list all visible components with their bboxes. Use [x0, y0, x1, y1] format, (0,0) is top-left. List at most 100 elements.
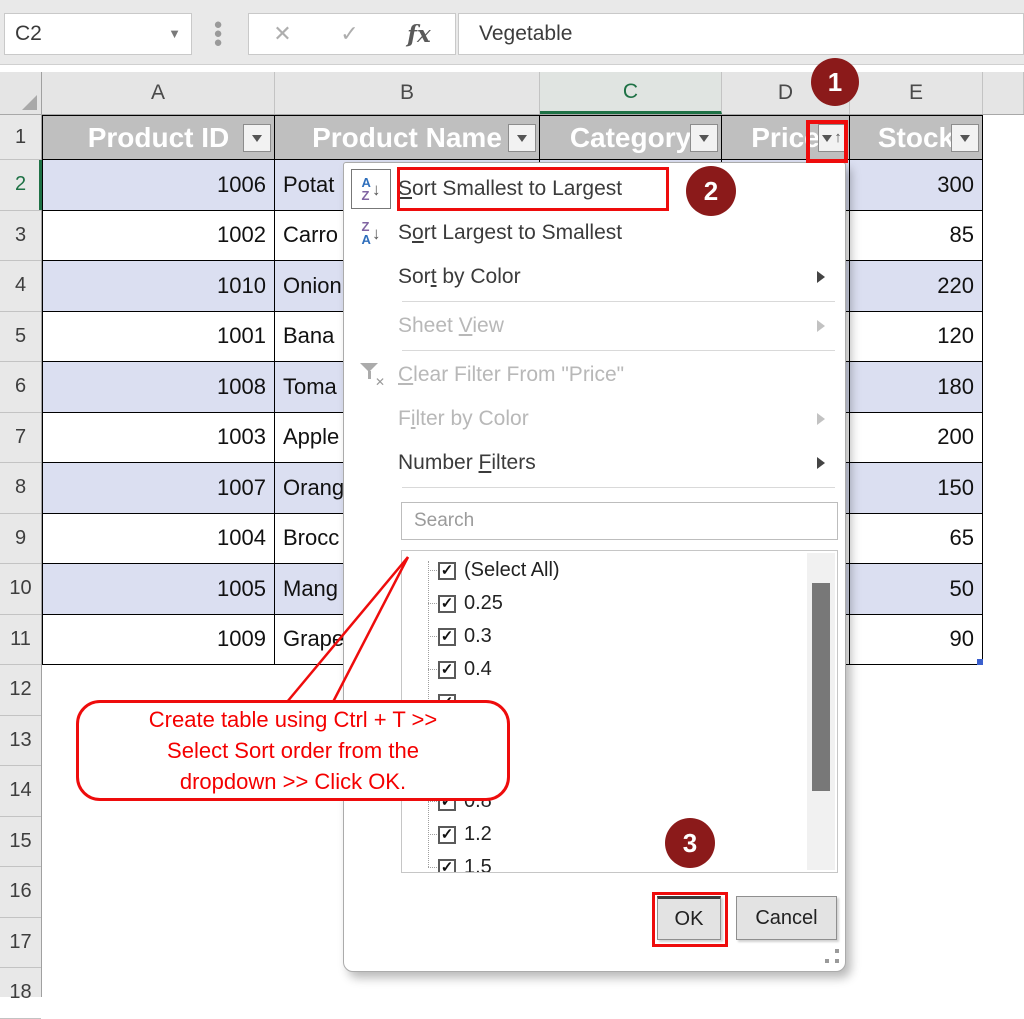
checkbox-icon[interactable]: ✓: [438, 660, 456, 679]
filter-value-item-selectall[interactable]: ✓ (Select All): [402, 554, 837, 587]
row-header-9[interactable]: 9: [0, 514, 41, 564]
formula-cancel-button[interactable]: ✕: [263, 21, 301, 47]
cell-E10[interactable]: 50: [850, 564, 983, 615]
checkbox-icon[interactable]: ✓: [438, 594, 456, 613]
cell-A2[interactable]: 1006: [42, 160, 275, 211]
filter-value-item-1.5[interactable]: ✓ 1.5: [402, 851, 837, 873]
checkbox-icon[interactable]: ✓: [438, 627, 456, 646]
filter-value-item-0.3[interactable]: ✓ 0.3: [402, 620, 837, 653]
step-badge-2: 2: [686, 166, 736, 216]
row-header-12[interactable]: 12: [0, 665, 41, 716]
cell-E3[interactable]: 85: [850, 210, 983, 261]
cell-A10[interactable]: 1005: [42, 564, 275, 615]
menu-item-icon-slot: Z A ↓: [344, 220, 398, 246]
filter-value-label: 0.3: [464, 625, 492, 647]
table-header-price[interactable]: Price ↑: [722, 115, 850, 160]
column-header-A[interactable]: A: [42, 72, 275, 114]
cell-E6[interactable]: 180: [850, 362, 983, 413]
insert-function-icon[interactable]: fx: [397, 21, 441, 48]
table-header-product-id[interactable]: Product ID: [42, 115, 275, 160]
row-header-6[interactable]: 6: [0, 362, 41, 413]
row-header-4[interactable]: 4: [0, 261, 41, 312]
row-header-7[interactable]: 7: [0, 413, 41, 463]
cell-E8[interactable]: 150: [850, 463, 983, 514]
step-badge-3: 3: [665, 818, 715, 868]
row-header-15[interactable]: 15: [0, 817, 41, 867]
menu-item-sort-by-color[interactable]: Sort by Color: [344, 255, 845, 299]
filter-value-label: (Select All): [464, 559, 560, 581]
cell-E7[interactable]: 200: [850, 412, 983, 463]
row-header-2[interactable]: 2: [0, 160, 42, 211]
menu-item-icon-slot: ✕: [344, 363, 398, 389]
ok-button[interactable]: OK: [657, 896, 721, 940]
filter-value-label: 1.5: [464, 856, 492, 873]
cell-A3[interactable]: 1002: [42, 210, 275, 261]
checkbox-icon[interactable]: ✓: [438, 561, 456, 580]
clear-filter-icon: ✕: [360, 363, 385, 389]
cell-A6[interactable]: 1008: [42, 362, 275, 413]
column-header-E[interactable]: E: [850, 72, 983, 114]
formula-value: Vegetable: [479, 22, 573, 45]
table-resize-handle[interactable]: [977, 659, 983, 665]
row-header-18[interactable]: 18: [0, 968, 41, 1019]
filter-button-product-name[interactable]: [508, 124, 536, 152]
scrollbar-thumb[interactable]: [812, 583, 830, 791]
column-header-B[interactable]: B: [275, 72, 540, 114]
filter-value-item-0.4[interactable]: ✓ 0.4: [402, 653, 837, 686]
corner-triangle-icon: [22, 95, 37, 110]
row-header-14[interactable]: 14: [0, 766, 41, 817]
cell-A8[interactable]: 1007: [42, 463, 275, 514]
cell-E4[interactable]: 220: [850, 261, 983, 312]
callout-line: Select Sort order from the: [167, 738, 419, 763]
cell-A11[interactable]: 1009: [42, 614, 275, 665]
filter-button-category[interactable]: [690, 124, 718, 152]
row-header-11[interactable]: 11: [0, 615, 41, 665]
cell-A5[interactable]: 1001: [42, 311, 275, 362]
filter-arrow-icon: [699, 135, 709, 147]
row-header-10[interactable]: 10: [0, 564, 41, 615]
row-header-16[interactable]: 16: [0, 867, 41, 918]
chevron-down-icon[interactable]: ▼: [168, 14, 181, 54]
cell-A9[interactable]: 1004: [42, 513, 275, 564]
table-header-category[interactable]: Category: [540, 115, 722, 160]
table-header-stock[interactable]: Stock: [850, 115, 983, 160]
row-header-1[interactable]: 1: [0, 115, 41, 160]
filter-value-item-1.2[interactable]: ✓ 1.2: [402, 818, 837, 851]
menu-divider: [402, 301, 835, 302]
checkbox-icon[interactable]: ✓: [438, 825, 456, 844]
row-header-5[interactable]: 5: [0, 312, 41, 362]
formula-input[interactable]: Vegetable: [458, 13, 1024, 55]
menu-item-icon-slot: A Z ↓: [344, 169, 398, 209]
cell-E9[interactable]: 65: [850, 513, 983, 564]
filter-button-product-id[interactable]: [243, 124, 271, 152]
menu-item-sort-largest-to-smallest[interactable]: Z A ↓ Sort Largest to Smallest: [344, 211, 845, 255]
cancel-button[interactable]: Cancel: [736, 896, 837, 940]
formula-enter-button[interactable]: ✓: [330, 21, 368, 47]
filter-arrow-icon: [517, 135, 527, 147]
cell-A4[interactable]: 1010: [42, 261, 275, 312]
menu-item-number-filters[interactable]: Number Filters: [344, 441, 845, 485]
filter-button-stock[interactable]: [951, 124, 979, 152]
scrollbar-track[interactable]: [807, 553, 835, 870]
row-header-8[interactable]: 8: [0, 463, 41, 514]
row-header-17[interactable]: 17: [0, 918, 41, 968]
checkbox-icon[interactable]: ✓: [438, 858, 456, 872]
cell-A7[interactable]: 1003: [42, 412, 275, 463]
sort-za-icon: Z A ↓: [361, 219, 381, 247]
column-header-C[interactable]: C: [540, 72, 722, 114]
row-header-13[interactable]: 13: [0, 716, 41, 766]
column-headers: ABCDE: [0, 72, 1024, 115]
cell-E11[interactable]: 90: [850, 614, 983, 665]
filter-button-price[interactable]: ↑: [818, 124, 846, 152]
column-header-partial: [983, 72, 1024, 114]
resize-grip-icon[interactable]: [825, 949, 839, 963]
name-box[interactable]: C2 ▼: [4, 13, 192, 55]
menu-item-sort-smallest-to-largest[interactable]: A Z ↓ Sort Smallest to Largest: [344, 167, 845, 211]
filter-value-item-0.25[interactable]: ✓ 0.25: [402, 587, 837, 620]
cell-E2[interactable]: 300: [850, 160, 983, 211]
table-header-product-name[interactable]: Product Name: [275, 115, 540, 160]
select-all-corner[interactable]: [0, 72, 42, 114]
row-header-3[interactable]: 3: [0, 211, 41, 261]
cell-E5[interactable]: 120: [850, 311, 983, 362]
search-input[interactable]: [401, 502, 838, 540]
